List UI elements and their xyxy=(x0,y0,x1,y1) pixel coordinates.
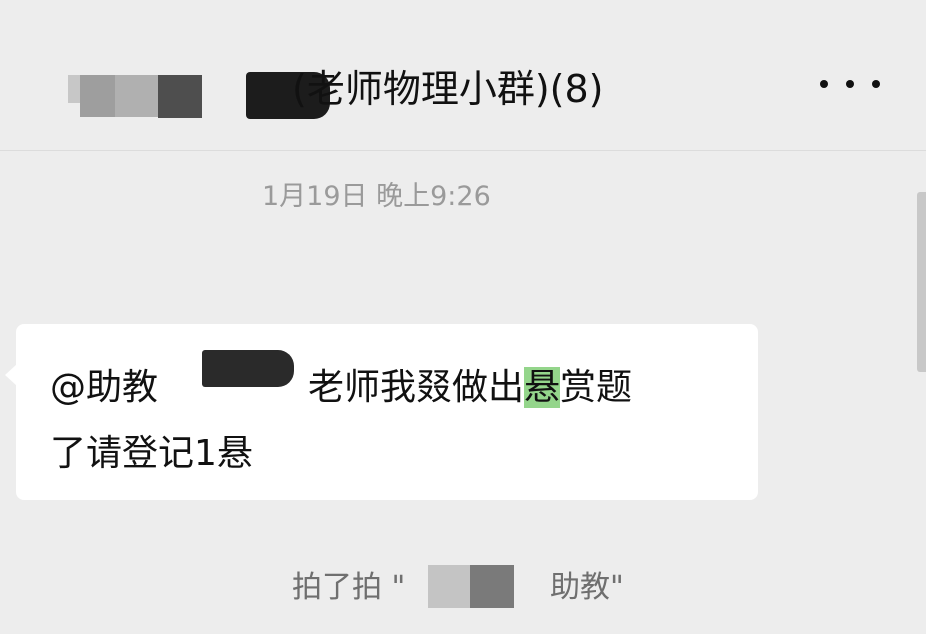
dot xyxy=(820,80,828,88)
redacted-avatar-area xyxy=(68,75,80,103)
redacted-block xyxy=(428,565,470,608)
system-notice-suffix: 助教" xyxy=(550,570,624,605)
more-dots-icon[interactable] xyxy=(820,60,880,108)
dot xyxy=(846,80,854,88)
group-title: (老师物理小群)(8) xyxy=(292,67,604,111)
redacted-mention-name xyxy=(202,350,294,387)
system-notice-prefix: 拍了拍 " xyxy=(292,570,406,605)
highlighted-char: 悬 xyxy=(524,367,561,408)
redacted-block xyxy=(80,75,115,117)
message-text: 老师我叕做出 xyxy=(308,367,525,408)
message-timestamp: 1月19日 晚上9:26 xyxy=(262,181,491,212)
chat-header: (老师物理小群)(8) xyxy=(0,0,926,151)
dot xyxy=(872,80,880,88)
redacted-block xyxy=(115,75,160,117)
scrollbar[interactable] xyxy=(917,192,926,372)
redacted-block xyxy=(158,75,202,118)
message-line2: 了请登记1悬 xyxy=(50,433,253,474)
redacted-block xyxy=(470,565,514,608)
message-mention[interactable]: @助教 xyxy=(50,358,158,410)
message-text-rest: 赏题 xyxy=(560,367,633,408)
message-line1: 老师我叕做出悬赏题 xyxy=(308,358,632,410)
